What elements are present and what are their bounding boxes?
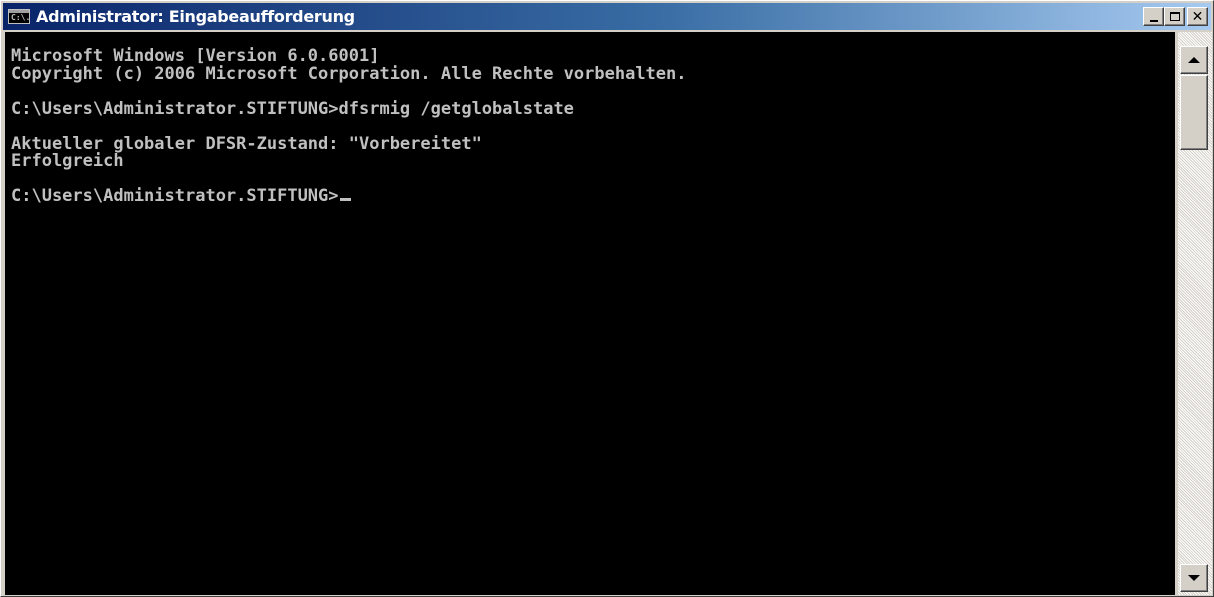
scroll-up-button[interactable] (1180, 46, 1208, 74)
minimize-button[interactable] (1143, 7, 1164, 26)
scroll-down-button[interactable] (1180, 564, 1208, 592)
console-line: Copyright (c) 2006 Microsoft Corporation… (11, 63, 687, 84)
vertical-scrollbar[interactable] (1178, 32, 1212, 595)
console-output[interactable]: Microsoft Windows [Version 6.0.6001] Cop… (5, 32, 1175, 595)
console-prompt: C:\Users\Administrator.STIFTUNG> (11, 186, 339, 206)
minimize-icon (1149, 19, 1158, 22)
close-icon: ✕ (1191, 8, 1204, 25)
console-line: Erfolgreich (11, 151, 124, 171)
window-title: Administrator: Eingabeaufforderung (36, 7, 355, 26)
cmd-icon-text: C:\. (11, 13, 31, 22)
console-window: C:\. Administrator: Eingabeaufforderung … (0, 0, 1214, 597)
scroll-down-arrow-icon (1188, 575, 1200, 581)
text-cursor (339, 198, 351, 201)
title-bar[interactable]: C:\. Administrator: Eingabeaufforderung … (3, 3, 1211, 30)
close-button[interactable]: ✕ (1187, 7, 1208, 26)
console-line: Microsoft Windows [Version 6.0.6001] (11, 46, 380, 66)
cmd-icon[interactable]: C:\. (8, 9, 30, 24)
scroll-thumb[interactable] (1180, 75, 1208, 150)
window-controls: ✕ (1143, 7, 1208, 26)
console-line: Aktueller globaler DFSR-Zustand: "Vorber… (11, 133, 482, 154)
console-line: C:\Users\Administrator.STIFTUNG>dfsrmig … (11, 98, 574, 119)
maximize-button[interactable] (1164, 7, 1185, 26)
console-prompt-line[interactable]: C:\Users\Administrator.STIFTUNG> (5, 186, 1175, 206)
maximize-icon (1169, 12, 1180, 21)
scroll-up-arrow-icon (1188, 57, 1200, 63)
